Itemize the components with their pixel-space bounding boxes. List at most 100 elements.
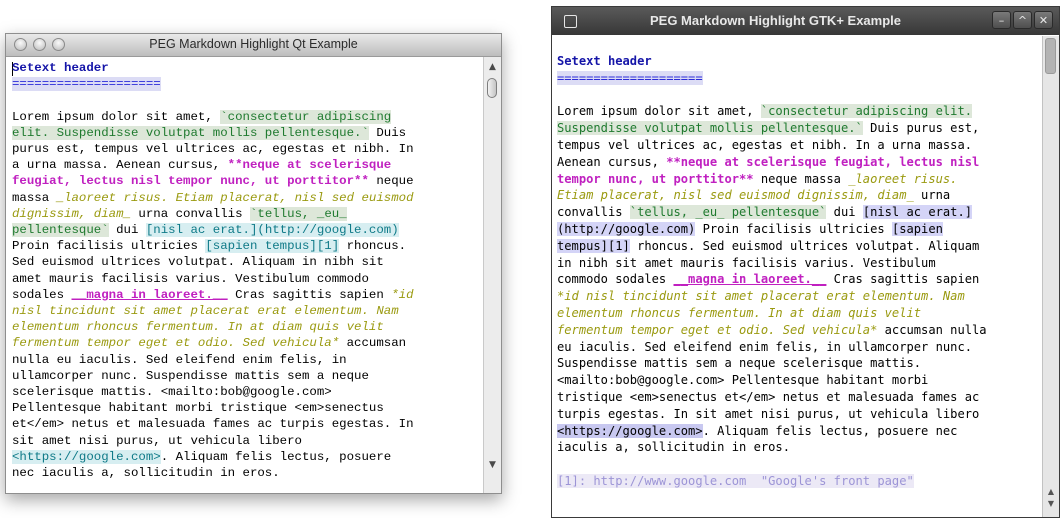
text-line: elementum rhoncus fermentum. In at diam … — [557, 305, 1039, 322]
text-span: dui — [826, 205, 863, 220]
text-line: tristique <em>senectus et</em> netus et … — [557, 389, 1039, 406]
text-span-link-qt: [nisl ac erat.](http://google.com) — [145, 223, 399, 238]
text-line: commodo sodales __magna in laoreet.__ Cr… — [557, 271, 1039, 288]
text-span: Proin facilisis ultricies — [695, 221, 892, 236]
text-span-link-gtk: (http://google.com) — [557, 221, 696, 236]
text-span: tristique <em>senectus et</em> netus et … — [557, 389, 980, 404]
text-span-link-gtk: [sapien — [891, 221, 943, 236]
text-line: massa _laoreet risus. Etiam placerat, ni… — [12, 190, 478, 206]
text-line: amet mauris facilisis varius. Vestibulum… — [12, 271, 478, 287]
maximize-button[interactable]: ^ — [1013, 11, 1032, 29]
gtk-window: PEG Markdown Highlight GTK+ Example – ^ … — [551, 6, 1060, 518]
text-line: elementum rhoncus fermentum. In at diam … — [12, 319, 478, 335]
gtk-text-editor[interactable]: Setext header ==================== Lorem … — [557, 53, 1039, 513]
text-line: tempor nunc, ut porttitor** neque massa … — [557, 171, 1039, 188]
text-line: Proin facilisis ultricies [sapien tempus… — [12, 238, 478, 254]
text-line: Lorem ipsum dolor sit amet, `consectetur… — [12, 109, 478, 125]
text-span-emph: _laoreet risus. — [848, 171, 958, 186]
text-span-rule: ==================== — [557, 70, 703, 85]
text-span-strong: **neque at scelerisque feugiat, lectus n… — [666, 154, 980, 169]
text-line: Setext header — [557, 53, 1039, 70]
text-span-code: `tellus, _eu_ — [249, 206, 347, 221]
text-span-auto-gtk: <https://google.com> — [557, 423, 703, 438]
text-span: et</em> netus et malesuada fames ac turp… — [12, 417, 414, 432]
qt-scroll-thumb[interactable] — [487, 78, 497, 98]
qt-window-title: PEG Markdown Highlight Qt Example — [149, 37, 358, 51]
text-span-link-gtk: [nisl ac erat.] — [862, 205, 973, 220]
minimize-button[interactable]: – — [992, 11, 1011, 29]
gtk-window-title: PEG Markdown Highlight GTK+ Example — [649, 13, 901, 28]
text-line: (http://google.com) Proin facilisis ultr… — [557, 221, 1039, 238]
text-line: Setext header — [12, 60, 478, 76]
scroll-down-arrow-icon[interactable]: ▼ — [486, 459, 499, 471]
text-span: Cras sagittis sapien — [227, 287, 392, 302]
text-span: Pellentesque habitant morbi tristique <e… — [12, 401, 384, 416]
text-span-rule: ==================== — [12, 77, 161, 92]
text-span: eu iaculis. Sed eleifend enim felis, in … — [557, 339, 973, 354]
text-span-emph: *id nisl tincidunt sit amet placerat era… — [557, 289, 965, 304]
text-line — [12, 481, 478, 488]
text-span-ref-gtk: [1]: http://www.google.com "Google's fro… — [557, 473, 914, 488]
text-span: turpis egestas. In sit amet nisi purus, … — [557, 406, 980, 421]
text-line: Sed euismod ultrices volutpat. Aliquam i… — [12, 254, 478, 270]
qt-title-bar[interactable]: PEG Markdown Highlight Qt Example — [6, 34, 501, 57]
text-span: nec iaculis a, sollicitudin in eros. — [12, 466, 280, 481]
scroll-up-arrow-icon[interactable]: ▲ — [486, 61, 499, 73]
text-line: in nibh sit amet mauris facilisis varius… — [557, 255, 1039, 272]
text-span: neque massa — [753, 171, 849, 186]
text-span: convallis — [557, 205, 630, 220]
text-line: *id nisl tincidunt sit amet placerat era… — [557, 288, 1039, 305]
text-span: urna convallis — [130, 206, 250, 221]
gtk-title-bar[interactable]: PEG Markdown Highlight GTK+ Example – ^ … — [552, 7, 1059, 35]
text-line: feugiat, lectus nisl tempor nunc, ut por… — [12, 173, 478, 189]
text-span-hdr: Setext header — [12, 61, 109, 75]
text-span: . Aliquam felis lectus, posuere — [160, 449, 392, 464]
text-span-emph: Etiam placerat, nisl sed euismod digniss… — [557, 188, 914, 203]
gtk-scrollbar[interactable]: ▲ ▼ — [1042, 36, 1059, 517]
text-span-under: __magna in laoreet.__ — [71, 287, 228, 302]
text-span: rhoncus. Sed euismod ultrices volutpat. … — [629, 238, 980, 253]
text-line: fermentum tempor eget et odio. Sed vehic… — [12, 335, 478, 351]
text-span-code: `tellus, _eu_ pellentesque` — [629, 205, 827, 220]
gtk-scroll-thumb[interactable] — [1045, 38, 1056, 74]
text-line: nisl tincidunt sit amet placerat erat el… — [12, 303, 478, 319]
text-span-code: pellentesque` — [12, 223, 109, 238]
scroll-up-arrow-icon[interactable]: ▲ — [1045, 487, 1057, 497]
text-span: massa — [12, 190, 57, 205]
text-line: sit amet nisi purus, ut vehicula libero — [12, 433, 478, 449]
text-span-code: Suspendisse volutpat mollis pellentesque… — [557, 121, 863, 136]
text-line: <https://google.com>. Aliquam felis lect… — [557, 423, 1039, 440]
text-span: in nibh sit amet mauris facilisis varius… — [557, 255, 936, 270]
text-line: et</em> netus et malesuada fames ac turp… — [12, 416, 478, 432]
text-line: iaculis a, sollicitudin in eros. — [557, 439, 1039, 456]
text-span-emph: fermentum tempor eget et odio. Sed vehic… — [557, 322, 878, 337]
text-line: ullamcorper nunc. Suspendisse mattis sem… — [12, 368, 478, 384]
text-line: nulla eu iaculis. Sed eleifend enim feli… — [12, 352, 478, 368]
text-span-hdr: Setext header — [557, 54, 652, 68]
text-span: ullamcorper nunc. Suspendisse mattis sem… — [12, 368, 369, 383]
text-line: ==================== — [12, 76, 478, 92]
text-span-link-gtk: tempus][1] — [557, 238, 630, 253]
text-span: Suspendisse mattis sem a neque scelerisq… — [557, 356, 922, 371]
text-line: ==================== — [557, 70, 1039, 87]
scroll-down-arrow-icon[interactable]: ▼ — [1045, 499, 1057, 509]
text-line: Lorem ipsum dolor sit amet, `consectetur… — [557, 103, 1039, 120]
text-span: Lorem ipsum dolor sit amet, — [12, 109, 221, 124]
close-button[interactable]: ✕ — [1034, 11, 1053, 29]
text-span-emph: *id — [391, 287, 414, 302]
text-span: Lorem ipsum dolor sit amet, — [557, 104, 761, 119]
qt-scrollbar[interactable]: ▲ ▼ — [483, 57, 501, 493]
text-line: nec iaculis a, sollicitudin in eros. — [12, 465, 478, 481]
text-line: dignissim, diam_ urna convallis `tellus,… — [12, 206, 478, 222]
text-span: scelerisque mattis. <mailto:bob@google.c… — [12, 385, 332, 400]
text-line: fermentum tempor eget et odio. Sed vehic… — [557, 322, 1039, 339]
text-span: Sed euismod ultrices volutpat. Aliquam i… — [12, 255, 384, 270]
text-span: neque — [368, 174, 414, 189]
text-line — [12, 92, 478, 108]
text-span-strong: **neque at scelerisque — [227, 158, 392, 173]
text-span-link-qt: [sapien tempus][1] — [205, 239, 340, 254]
text-span: nulla eu iaculis. Sed eleifend enim feli… — [12, 352, 347, 367]
qt-text-editor[interactable]: Setext header ==================== Lorem … — [12, 60, 478, 488]
text-line: tempus vel ultrices ac, egestas et nibh.… — [557, 137, 1039, 154]
text-span: a urna massa. Aenean cursus, — [12, 158, 228, 173]
